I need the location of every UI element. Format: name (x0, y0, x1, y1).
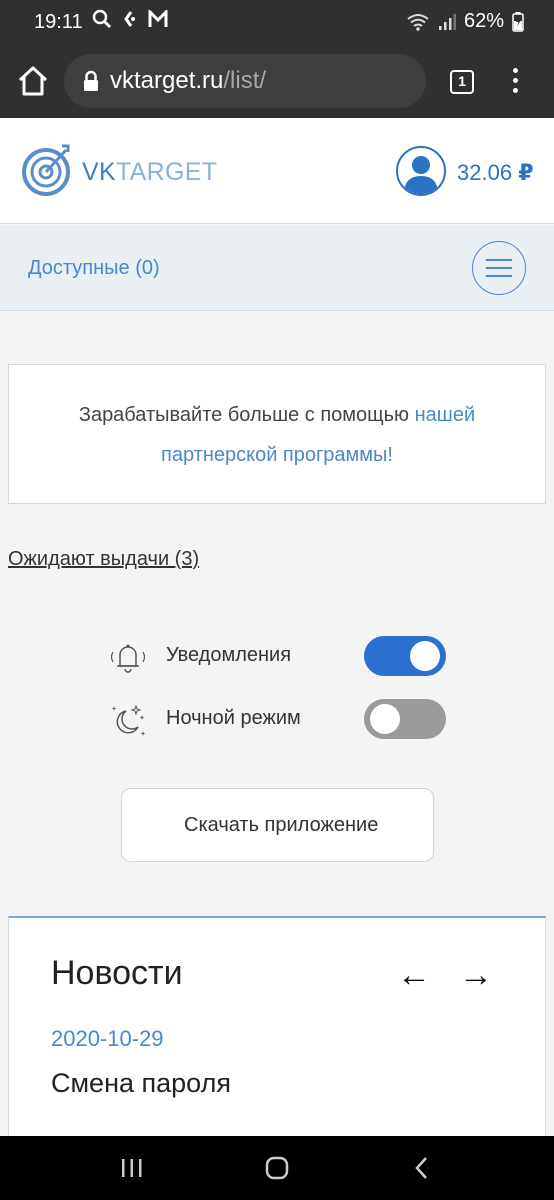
news-date: 2020-10-29 (51, 1026, 164, 1051)
news-prev-arrow-icon[interactable]: ← (397, 956, 431, 995)
nav-bar: Доступные (0) (0, 225, 554, 311)
gmail-icon (148, 10, 168, 27)
news-title: Новости (51, 954, 183, 992)
user-icon (404, 156, 438, 194)
home-nav-icon[interactable] (257, 1152, 297, 1184)
tab-switcher-button[interactable]: 1 (450, 70, 474, 94)
status-bar: 19:11 62% (0, 0, 554, 44)
wifi-icon (407, 13, 429, 31)
partner-link-part1[interactable]: нашей (415, 404, 476, 426)
android-nav-bar (0, 1136, 554, 1200)
night-mode-toggle[interactable] (364, 699, 446, 739)
site-header: VKTARGET 32.06 ₽ (0, 118, 554, 224)
back-icon[interactable] (402, 1152, 442, 1184)
night-mode-label: Ночной режим (166, 707, 301, 729)
bell-icon (110, 644, 146, 673)
partner-program-link[interactable]: партнерской программы! (161, 444, 393, 466)
home-icon[interactable] (16, 64, 50, 98)
currency-symbol: ₽ (518, 160, 534, 185)
site-logo-text[interactable]: VKTARGET (82, 158, 217, 187)
night-mode-row: Ночной режим (108, 697, 448, 741)
moon-stars-icon (111, 704, 146, 736)
user-avatar[interactable] (396, 146, 446, 196)
partner-text: Зарабатывайте больше с помощью (78, 404, 415, 426)
lock-icon (84, 70, 98, 91)
pending-payouts-link[interactable]: Ожидают выдачи (3) (8, 548, 199, 571)
status-notification-icons (92, 9, 168, 29)
browser-menu-button[interactable] (508, 68, 522, 98)
notifications-row: Уведомления (108, 634, 448, 678)
logo-vk: VK (82, 158, 116, 186)
balance[interactable]: 32.06 ₽ (457, 160, 534, 186)
notifications-toggle[interactable] (364, 636, 446, 676)
target-logo-icon[interactable] (22, 144, 74, 196)
battery-icon (512, 11, 524, 32)
news-section: Новости ← → 2020-10-29 Смена пароля (8, 916, 546, 1146)
url-host: vktarget.ru (110, 67, 224, 94)
hamburger-menu-button[interactable] (472, 241, 526, 295)
available-tasks-link[interactable]: Доступные (0) (28, 257, 160, 280)
address-bar[interactable]: vktarget.ru/list/ (64, 54, 426, 108)
battery-percent: 62% (463, 10, 504, 32)
browser-toolbar: vktarget.ru/list/ 1 (0, 44, 554, 118)
news-heading[interactable]: Смена пароля (51, 1068, 231, 1099)
download-app-button[interactable]: Скачать приложение (121, 788, 434, 862)
ruble-icon (124, 11, 135, 27)
logo-target: TARGET (115, 158, 218, 186)
notifications-label: Уведомления (166, 644, 292, 666)
partner-program-banner: Зарабатывайте больше с помощью нашей пар… (8, 364, 546, 504)
news-next-arrow-icon[interactable]: → (459, 956, 493, 995)
balance-amount: 32.06 (457, 160, 513, 185)
search-icon (92, 9, 111, 28)
signal-icon (438, 13, 456, 30)
status-right: 62% (406, 10, 524, 33)
status-time: 19:11 (34, 11, 83, 33)
url-path: /list/ (223, 67, 267, 94)
recents-icon[interactable] (112, 1152, 152, 1184)
